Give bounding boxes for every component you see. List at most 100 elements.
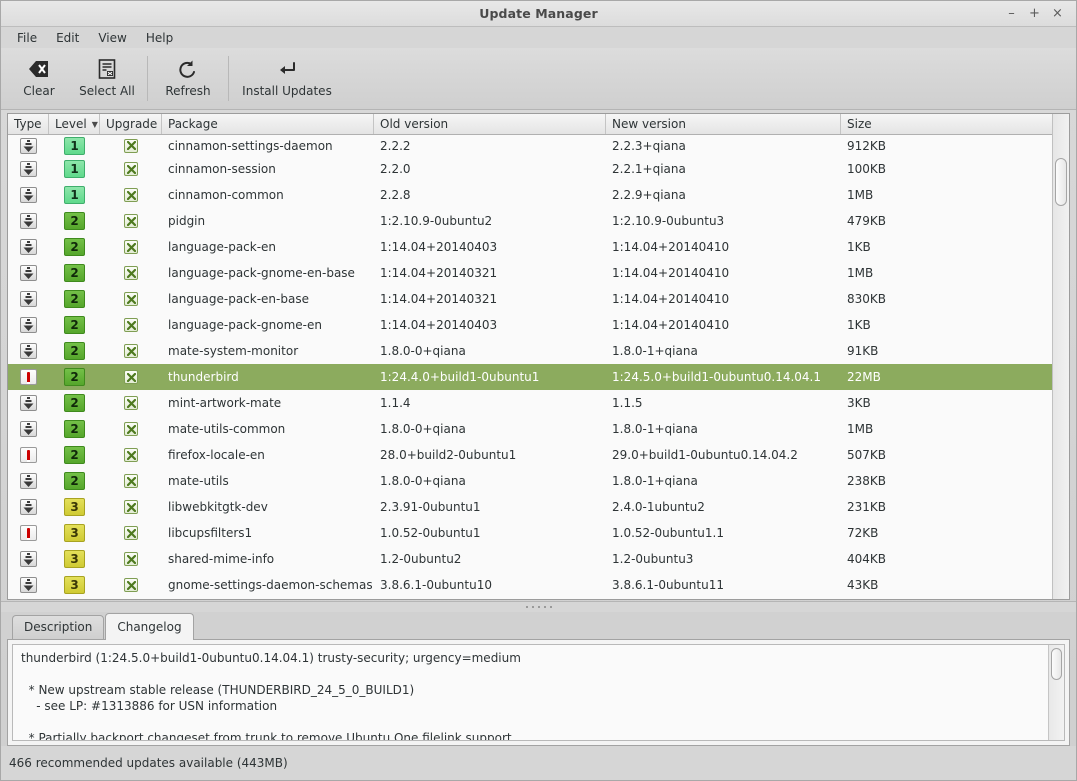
table-row[interactable]: 1cinnamon-session2.2.02.2.1+qiana100KB bbox=[8, 156, 1052, 182]
upgrade-checkbox[interactable] bbox=[124, 318, 138, 332]
table-row[interactable]: 2pidgin1:2.10.9-0ubuntu21:2.10.9-0ubuntu… bbox=[8, 208, 1052, 234]
table-row[interactable]: 3libwebkitgtk-dev2.3.91-0ubuntu12.4.0-1u… bbox=[8, 494, 1052, 520]
cell-level: 1 bbox=[49, 135, 100, 156]
cell-upgrade bbox=[100, 364, 162, 390]
changelog-scrollbar-thumb[interactable] bbox=[1051, 648, 1062, 680]
close-icon[interactable]: × bbox=[1052, 7, 1063, 20]
cell-old-version: 1:14.04+20140403 bbox=[374, 234, 606, 260]
table-row[interactable]: 2language-pack-gnome-en1:14.04+201404031… bbox=[8, 312, 1052, 338]
upgrade-checkbox[interactable] bbox=[124, 240, 138, 254]
table-row[interactable]: 1cinnamon-settings-daemon2.2.22.2.3+qian… bbox=[8, 135, 1052, 156]
tab-description[interactable]: Description bbox=[12, 615, 104, 639]
upgrade-checkbox[interactable] bbox=[124, 214, 138, 228]
refresh-icon bbox=[178, 59, 198, 79]
level-badge: 2 bbox=[64, 394, 85, 412]
cell-size: 231KB bbox=[841, 494, 1052, 520]
cell-old-version: 2.2.8 bbox=[374, 182, 606, 208]
cell-upgrade bbox=[100, 390, 162, 416]
table-row[interactable]: 2language-pack-gnome-en-base1:14.04+2014… bbox=[8, 260, 1052, 286]
column-header-size[interactable]: Size bbox=[841, 114, 1052, 134]
cell-size: 3KB bbox=[841, 390, 1052, 416]
table-row[interactable]: 2language-pack-en1:14.04+201404031:14.04… bbox=[8, 234, 1052, 260]
select-all-icon bbox=[98, 59, 116, 79]
table-row[interactable]: 2mate-system-monitor1.8.0-0+qiana1.8.0-1… bbox=[8, 338, 1052, 364]
menu-help[interactable]: Help bbox=[138, 29, 181, 47]
upgrade-checkbox[interactable] bbox=[124, 188, 138, 202]
table-row[interactable]: 2firefox-locale-en28.0+build2-0ubuntu129… bbox=[8, 442, 1052, 468]
upgrade-checkbox[interactable] bbox=[124, 422, 138, 436]
changelog-textview[interactable]: thunderbird (1:24.5.0+build1-0ubuntu0.14… bbox=[12, 644, 1065, 741]
cell-size: 100KB bbox=[841, 156, 1052, 182]
level-badge: 3 bbox=[64, 576, 85, 594]
clear-icon bbox=[29, 59, 49, 79]
cell-level: 3 bbox=[49, 572, 100, 598]
select-all-button[interactable]: Select All bbox=[73, 48, 141, 109]
column-header-package[interactable]: Package bbox=[162, 114, 374, 134]
package-list-scrollbar-thumb[interactable] bbox=[1055, 158, 1067, 206]
cell-old-version: 28.0+build2-0ubuntu1 bbox=[374, 442, 606, 468]
package-list-scrollbar[interactable] bbox=[1052, 114, 1069, 599]
cell-size: 1KB bbox=[841, 234, 1052, 260]
menu-file[interactable]: File bbox=[9, 29, 45, 47]
table-row[interactable]: 3gnome-settings-daemon-schemas3.8.6.1-0u… bbox=[8, 572, 1052, 598]
software-update-icon bbox=[20, 213, 37, 229]
cell-package: gnome-settings-daemon-schemas bbox=[162, 572, 374, 598]
cell-type bbox=[8, 468, 49, 494]
table-row[interactable]: 2mint-artwork-mate1.1.41.1.53KB bbox=[8, 390, 1052, 416]
upgrade-checkbox[interactable] bbox=[124, 370, 138, 384]
table-row[interactable]: 2language-pack-en-base1:14.04+201403211:… bbox=[8, 286, 1052, 312]
cell-level: 2 bbox=[49, 442, 100, 468]
upgrade-checkbox[interactable] bbox=[124, 266, 138, 280]
install-updates-button[interactable]: Install Updates bbox=[235, 48, 339, 109]
cell-new-version: 1.2-0ubuntu3 bbox=[606, 546, 841, 572]
refresh-button[interactable]: Refresh bbox=[154, 48, 222, 109]
upgrade-checkbox[interactable] bbox=[124, 292, 138, 306]
pane-splitter[interactable] bbox=[1, 601, 1076, 612]
upgrade-checkbox[interactable] bbox=[124, 396, 138, 410]
cell-level: 2 bbox=[49, 286, 100, 312]
software-update-icon bbox=[20, 187, 37, 203]
clear-button[interactable]: Clear bbox=[5, 48, 73, 109]
maximize-icon[interactable]: + bbox=[1029, 7, 1040, 20]
upgrade-checkbox[interactable] bbox=[124, 578, 138, 592]
toolbar: Clear Select All Refresh bbox=[1, 48, 1076, 110]
select-all-label: Select All bbox=[79, 84, 135, 98]
upgrade-checkbox[interactable] bbox=[124, 162, 138, 176]
cell-package: language-pack-en-base bbox=[162, 286, 374, 312]
tab-changelog[interactable]: Changelog bbox=[105, 613, 193, 640]
cell-package: cinnamon-session bbox=[162, 156, 374, 182]
cell-size: 1KB bbox=[841, 312, 1052, 338]
changelog-scrollbar[interactable] bbox=[1048, 645, 1064, 740]
level-badge: 2 bbox=[64, 420, 85, 438]
column-header-old-version[interactable]: Old version bbox=[374, 114, 606, 134]
upgrade-checkbox[interactable] bbox=[124, 552, 138, 566]
upgrade-checkbox[interactable] bbox=[124, 474, 138, 488]
table-row[interactable]: 3libcupsfilters11.0.52-0ubuntu11.0.52-0u… bbox=[8, 520, 1052, 546]
cell-new-version: 1.8.0-1+qiana bbox=[606, 468, 841, 494]
minimize-icon[interactable]: – bbox=[1006, 7, 1017, 20]
cell-type bbox=[8, 546, 49, 572]
install-updates-icon bbox=[277, 59, 297, 79]
table-row[interactable]: 1cinnamon-common2.2.82.2.9+qiana1MB bbox=[8, 182, 1052, 208]
column-header-new-version[interactable]: New version bbox=[606, 114, 841, 134]
column-header-upgrade[interactable]: Upgrade bbox=[100, 114, 162, 134]
cell-new-version: 1:14.04+20140410 bbox=[606, 312, 841, 338]
cell-level: 2 bbox=[49, 468, 100, 494]
cell-package: libwebkitgtk-dev bbox=[162, 494, 374, 520]
column-header-level[interactable]: Level ▼ bbox=[49, 114, 100, 134]
table-row[interactable]: 2mate-utils1.8.0-0+qiana1.8.0-1+qiana238… bbox=[8, 468, 1052, 494]
table-row[interactable]: 2thunderbird1:24.4.0+build1-0ubuntu11:24… bbox=[8, 364, 1052, 390]
cell-level: 2 bbox=[49, 338, 100, 364]
column-header-type[interactable]: Type bbox=[8, 114, 49, 134]
upgrade-checkbox[interactable] bbox=[124, 526, 138, 540]
cell-upgrade bbox=[100, 520, 162, 546]
upgrade-checkbox[interactable] bbox=[124, 344, 138, 358]
menu-view[interactable]: View bbox=[90, 29, 134, 47]
upgrade-checkbox[interactable] bbox=[124, 139, 138, 153]
table-row[interactable]: 3shared-mime-info1.2-0ubuntu21.2-0ubuntu… bbox=[8, 546, 1052, 572]
menu-edit[interactable]: Edit bbox=[48, 29, 87, 47]
upgrade-checkbox[interactable] bbox=[124, 448, 138, 462]
upgrade-checkbox[interactable] bbox=[124, 500, 138, 514]
table-row[interactable]: 2mate-utils-common1.8.0-0+qiana1.8.0-1+q… bbox=[8, 416, 1052, 442]
cell-new-version: 2.2.9+qiana bbox=[606, 182, 841, 208]
